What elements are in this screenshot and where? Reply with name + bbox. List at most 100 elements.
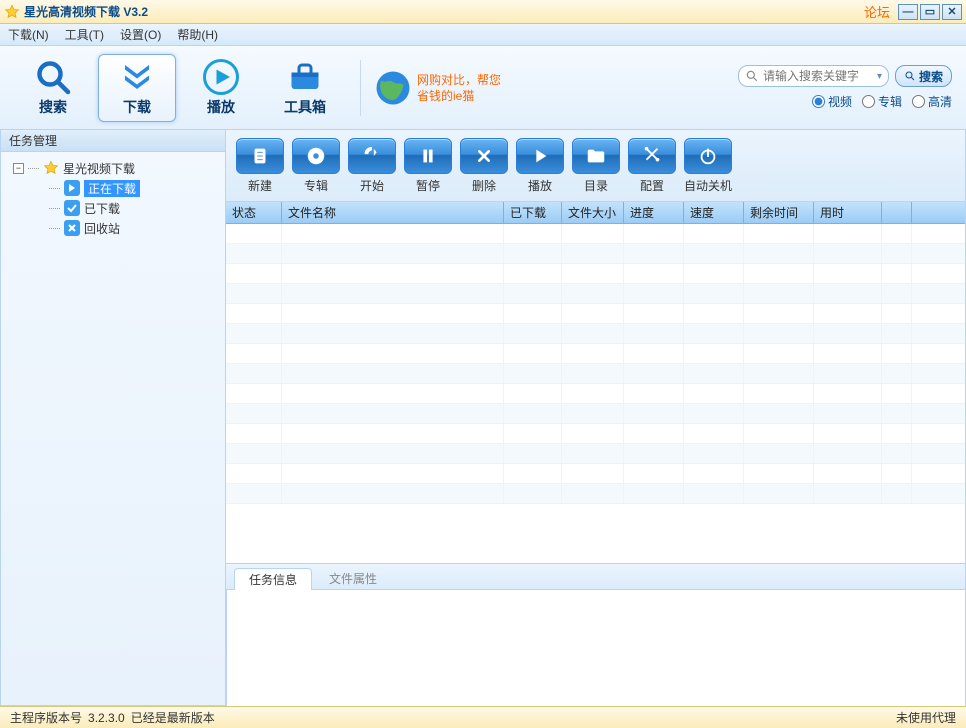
play-tab-label: 播放 bbox=[207, 97, 235, 117]
search-dropdown-icon[interactable]: ▾ bbox=[877, 71, 882, 82]
album-button[interactable]: 专辑 bbox=[292, 138, 340, 194]
version-value: 3.2.3.0 bbox=[88, 711, 125, 725]
tab-content bbox=[226, 590, 965, 706]
table-row[interactable] bbox=[226, 244, 965, 264]
search-input-icon bbox=[745, 69, 759, 83]
directory-button[interactable]: 目录 bbox=[572, 138, 620, 194]
radio-hd[interactable]: 高清 bbox=[912, 93, 952, 110]
proxy-status: 未使用代理 bbox=[896, 709, 956, 726]
table-row[interactable] bbox=[226, 304, 965, 324]
col-downloaded[interactable]: 已下载 bbox=[504, 202, 562, 223]
table-row[interactable] bbox=[226, 364, 965, 384]
table-row[interactable] bbox=[226, 284, 965, 304]
x-icon bbox=[64, 220, 80, 236]
menu-download[interactable]: 下载(N) bbox=[8, 26, 49, 43]
tree-root[interactable]: − 星光视频下载 bbox=[5, 158, 221, 178]
action-toolbar: 新建 专辑 开始 暂停 删除 播放 目录 配置 自动关机 bbox=[226, 130, 965, 202]
table-row[interactable] bbox=[226, 324, 965, 344]
toolbox-tab[interactable]: 工具箱 bbox=[266, 54, 344, 122]
table-header: 状态 文件名称 已下载 文件大小 进度 速度 剩余时间 用时 bbox=[226, 202, 965, 224]
search-tab[interactable]: 搜索 bbox=[14, 54, 92, 122]
statusbar: 主程序版本号 3.2.3.0 已经是最新版本 未使用代理 bbox=[0, 706, 966, 728]
table-row[interactable] bbox=[226, 264, 965, 284]
start-button[interactable]: 开始 bbox=[348, 138, 396, 194]
search-tab-label: 搜索 bbox=[39, 97, 67, 117]
search-button-icon bbox=[904, 70, 916, 82]
sidebar: 任务管理 − 星光视频下载 正在下载 已下载 回收站 bbox=[0, 130, 226, 706]
promo-banner[interactable]: 网购对比，帮您 省钱的ie猫 bbox=[375, 70, 501, 106]
table-row[interactable] bbox=[226, 404, 965, 424]
radio-album[interactable]: 专辑 bbox=[862, 93, 902, 110]
download-tab[interactable]: 下载 bbox=[98, 54, 176, 122]
bottom-panel: 任务信息 文件属性 bbox=[226, 564, 965, 706]
search-input-wrapper: ▾ bbox=[738, 65, 889, 87]
content: 任务管理 − 星光视频下载 正在下载 已下载 回收站 bbox=[0, 130, 966, 706]
play-icon bbox=[203, 59, 239, 95]
table-row[interactable] bbox=[226, 224, 965, 244]
table-row[interactable] bbox=[226, 484, 965, 504]
sidebar-header: 任务管理 bbox=[1, 130, 225, 152]
table-row[interactable] bbox=[226, 444, 965, 464]
search-input[interactable] bbox=[763, 69, 873, 83]
menubar: 下载(N) 工具(T) 设置(O) 帮助(H) bbox=[0, 24, 966, 46]
tab-file-props[interactable]: 文件属性 bbox=[314, 567, 392, 589]
tree-item-downloaded[interactable]: 已下载 bbox=[5, 198, 221, 218]
col-remaining[interactable]: 剩余时间 bbox=[744, 202, 814, 223]
tab-task-info[interactable]: 任务信息 bbox=[234, 568, 312, 590]
titlebar: 星光高清视频下载 V3.2 论坛 — ▭ ✕ bbox=[0, 0, 966, 24]
play-tab[interactable]: 播放 bbox=[182, 54, 260, 122]
menu-settings[interactable]: 设置(O) bbox=[120, 26, 161, 43]
minimize-button[interactable]: — bbox=[898, 4, 918, 20]
col-speed[interactable]: 速度 bbox=[684, 202, 744, 223]
menu-tools[interactable]: 工具(T) bbox=[65, 26, 104, 43]
config-button[interactable]: 配置 bbox=[628, 138, 676, 194]
download-icon bbox=[119, 59, 155, 95]
tree-item-recycle[interactable]: 回收站 bbox=[5, 218, 221, 238]
table-body[interactable] bbox=[226, 224, 965, 563]
table-row[interactable] bbox=[226, 464, 965, 484]
tree-toggle-icon[interactable]: − bbox=[13, 163, 24, 174]
delete-button[interactable]: 删除 bbox=[460, 138, 508, 194]
divider bbox=[360, 60, 361, 116]
close-button[interactable]: ✕ bbox=[942, 4, 962, 20]
arrow-right-icon bbox=[64, 180, 80, 196]
radio-video[interactable]: 视频 bbox=[812, 93, 852, 110]
latest-status: 已经是最新版本 bbox=[131, 709, 215, 726]
tree-root-label: 星光视频下载 bbox=[63, 160, 135, 177]
globe-icon bbox=[375, 70, 411, 106]
table-row[interactable] bbox=[226, 384, 965, 404]
col-progress[interactable]: 进度 bbox=[624, 202, 684, 223]
menu-help[interactable]: 帮助(H) bbox=[177, 26, 218, 43]
pause-button[interactable]: 暂停 bbox=[404, 138, 452, 194]
right-panel: 新建 专辑 开始 暂停 删除 播放 目录 配置 自动关机 状态 文件名称 已下载… bbox=[226, 130, 966, 706]
toolbox-tab-label: 工具箱 bbox=[284, 97, 326, 117]
new-button[interactable]: 新建 bbox=[236, 138, 284, 194]
col-filename[interactable]: 文件名称 bbox=[282, 202, 504, 223]
promo-text: 网购对比，帮您 省钱的ie猫 bbox=[417, 72, 501, 104]
version-label: 主程序版本号 bbox=[10, 709, 82, 726]
tree-item-label: 回收站 bbox=[84, 220, 120, 237]
play-button[interactable]: 播放 bbox=[516, 138, 564, 194]
toolbox-icon bbox=[287, 59, 323, 95]
search-button[interactable]: 搜索 bbox=[895, 65, 952, 87]
tab-strip: 任务信息 文件属性 bbox=[226, 564, 965, 590]
col-extra[interactable] bbox=[882, 202, 912, 223]
tree-item-downloading[interactable]: 正在下载 bbox=[5, 178, 221, 198]
forum-link[interactable]: 论坛 bbox=[864, 2, 890, 21]
app-title: 星光高清视频下载 V3.2 bbox=[24, 3, 148, 20]
table-row[interactable] bbox=[226, 344, 965, 364]
shutdown-button[interactable]: 自动关机 bbox=[684, 138, 732, 194]
task-tree: − 星光视频下载 正在下载 已下载 回收站 bbox=[1, 152, 225, 244]
search-icon bbox=[35, 59, 71, 95]
col-elapsed[interactable]: 用时 bbox=[814, 202, 882, 223]
star-icon bbox=[43, 160, 59, 176]
star-icon bbox=[4, 4, 20, 20]
col-status[interactable]: 状态 bbox=[226, 202, 282, 223]
maximize-button[interactable]: ▭ bbox=[920, 4, 940, 20]
table-row[interactable] bbox=[226, 424, 965, 444]
search-area: ▾ 搜索 视频 专辑 高清 bbox=[738, 65, 952, 110]
tree-item-label: 正在下载 bbox=[84, 180, 140, 197]
tree-item-label: 已下载 bbox=[84, 200, 120, 217]
check-icon bbox=[64, 200, 80, 216]
col-filesize[interactable]: 文件大小 bbox=[562, 202, 624, 223]
